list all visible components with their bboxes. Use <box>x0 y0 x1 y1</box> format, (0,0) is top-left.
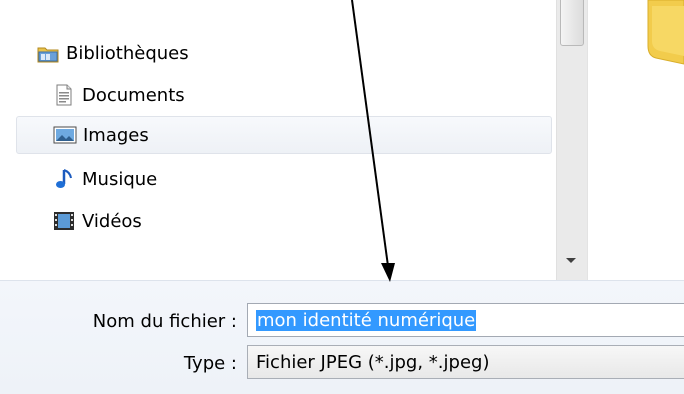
nav-item-label: Musique <box>82 168 158 190</box>
nav-item-videos[interactable]: Vidéos <box>16 202 552 240</box>
nav-item-label: Vidéos <box>82 210 142 232</box>
videos-icon <box>52 210 76 232</box>
folder-icon[interactable] <box>588 0 684 80</box>
scrollbar-thumb[interactable] <box>560 0 584 46</box>
file-type-value: Fichier JPEG (*.jpg, *.jpeg) <box>256 351 490 373</box>
navigation-pane: Bibliothèques Documents Images Musique V… <box>0 0 556 280</box>
file-type-select[interactable]: Fichier JPEG (*.jpg, *.jpeg) <box>247 345 684 379</box>
filename-field[interactable]: mon identité numérique <box>247 303 684 337</box>
libraries-icon <box>36 42 60 64</box>
vertical-scrollbar[interactable] <box>556 0 587 280</box>
nav-item-documents[interactable]: Documents <box>16 76 552 114</box>
file-list-pane <box>588 0 684 280</box>
filename-label: Nom du fichier : <box>92 311 237 332</box>
type-label: Type : <box>183 353 237 374</box>
nav-item-label: Images <box>83 124 149 146</box>
nav-item-music[interactable]: Musique <box>16 160 552 198</box>
music-icon <box>52 168 76 190</box>
nav-item-images[interactable]: Images <box>16 116 552 154</box>
filename-value: mon identité numérique <box>256 309 477 331</box>
nav-item-label: Documents <box>82 84 185 106</box>
save-options-panel: Nom du fichier : mon identité numérique … <box>0 280 684 394</box>
scroll-down-arrow-icon[interactable] <box>566 258 576 263</box>
nav-item-libraries[interactable]: Bibliothèques <box>16 34 552 72</box>
documents-icon <box>52 84 76 106</box>
nav-item-label: Bibliothèques <box>66 42 189 64</box>
images-icon <box>53 124 77 146</box>
